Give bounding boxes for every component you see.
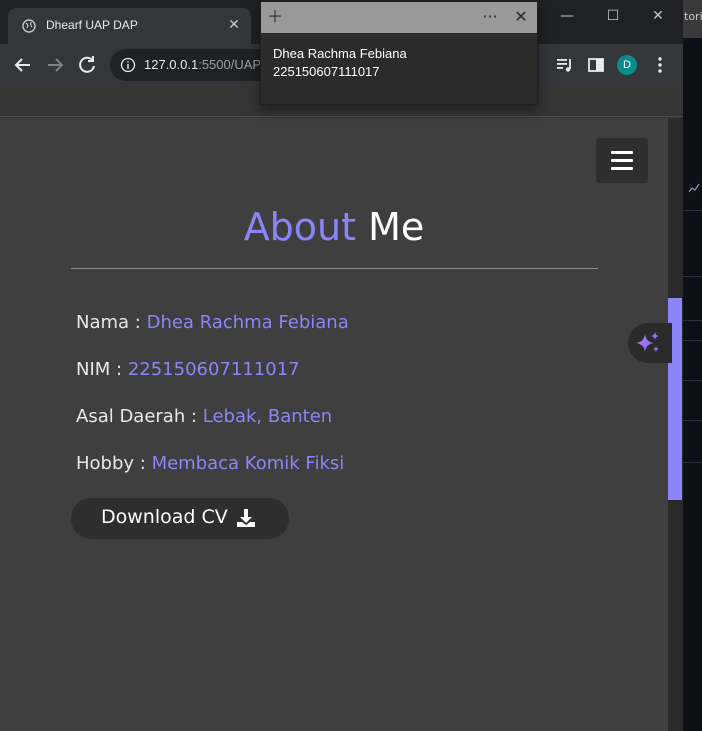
url-path: :5500/UAP: [198, 57, 262, 72]
hamburger-menu-icon: [611, 167, 633, 170]
hamburger-menu-icon: [611, 151, 633, 154]
tab-title: Dhearf UAP DAP: [46, 18, 138, 32]
maximize-button[interactable]: ☐: [603, 6, 623, 26]
popup-more-button[interactable]: ···: [480, 7, 500, 27]
background-divider: [682, 276, 702, 277]
screen: torial Dhearf UAP DAP ✕ — ☐ ✕: [0, 0, 702, 731]
minimize-button[interactable]: —: [557, 6, 577, 26]
globe-icon: [22, 19, 36, 33]
popup-line-name: Dhea Rachma Febiana: [273, 46, 407, 61]
plus-icon[interactable]: ＋: [265, 7, 285, 27]
page-title-accent: About: [243, 205, 357, 249]
field-value: Dhea Rachma Febiana: [146, 312, 349, 333]
field-value: Membaca Komik Fiksi: [151, 453, 345, 474]
download-cv-button[interactable]: Download CV: [71, 498, 289, 539]
profile-avatar[interactable]: D: [617, 55, 637, 75]
close-icon[interactable]: ✕: [226, 17, 242, 33]
background-divider: [682, 420, 702, 421]
popup-line-nim: 225150607111017: [273, 64, 380, 79]
close-icon[interactable]: ✕: [511, 7, 531, 27]
background-divider: [682, 210, 702, 211]
reload-icon[interactable]: [75, 53, 99, 77]
url-host: 127.0.0.1: [144, 57, 199, 72]
forward-arrow-icon[interactable]: [43, 53, 67, 77]
background-divider: [682, 462, 702, 463]
field-label: Nama :: [76, 312, 147, 333]
field-label: Asal Daerah :: [76, 406, 203, 427]
background-divider: [682, 340, 702, 341]
download-icon: [237, 509, 255, 527]
sparkle-icon: [636, 332, 659, 352]
download-cv-label: Download CV: [101, 506, 228, 528]
background-window: torial: [682, 0, 702, 731]
chart-icon: [688, 183, 700, 193]
page-title: About Me: [0, 205, 668, 249]
side-panel-icon[interactable]: [586, 55, 606, 75]
field-nim: NIM : 225150607111017: [76, 359, 300, 380]
page-title-plain: Me: [368, 205, 425, 249]
field-nama: Nama : Dhea Rachma Febiana: [76, 312, 349, 333]
title-divider: [71, 268, 598, 269]
hamburger-menu-button[interactable]: [596, 138, 648, 183]
hamburger-menu-icon: [611, 159, 633, 162]
media-queue-icon[interactable]: [555, 55, 575, 75]
popup-titlebar: ＋ ··· ✕: [261, 2, 537, 33]
ai-assistant-button[interactable]: [628, 323, 672, 363]
field-label: Hobby :: [76, 453, 152, 474]
browser-window: Dhearf UAP DAP ✕ — ☐ ✕ 127.0.0.1:5500/UA…: [0, 0, 683, 731]
close-window-button[interactable]: ✕: [648, 6, 668, 26]
background-divider: [682, 320, 702, 321]
popup-window: ＋ ··· ✕ Dhea Rachma Febiana 225150607111…: [260, 1, 538, 105]
field-value: Lebak, Banten: [202, 406, 333, 427]
back-arrow-icon[interactable]: [11, 53, 35, 77]
browser-tab[interactable]: Dhearf UAP DAP ✕: [8, 8, 251, 44]
background-divider: [682, 380, 702, 381]
url-text[interactable]: 127.0.0.1:5500/UAP: [144, 57, 261, 72]
field-hobby: Hobby : Membaca Komik Fiksi: [76, 453, 344, 474]
more-vert-icon[interactable]: [650, 55, 670, 75]
popup-body: Dhea Rachma Febiana 225150607111017: [261, 33, 537, 93]
field-label: NIM :: [76, 359, 128, 380]
background-window-title: torial: [684, 10, 702, 23]
field-asal-daerah: Asal Daerah : Lebak, Banten: [76, 406, 332, 427]
field-value: 225150607111017: [127, 359, 300, 380]
info-icon[interactable]: [120, 57, 136, 73]
